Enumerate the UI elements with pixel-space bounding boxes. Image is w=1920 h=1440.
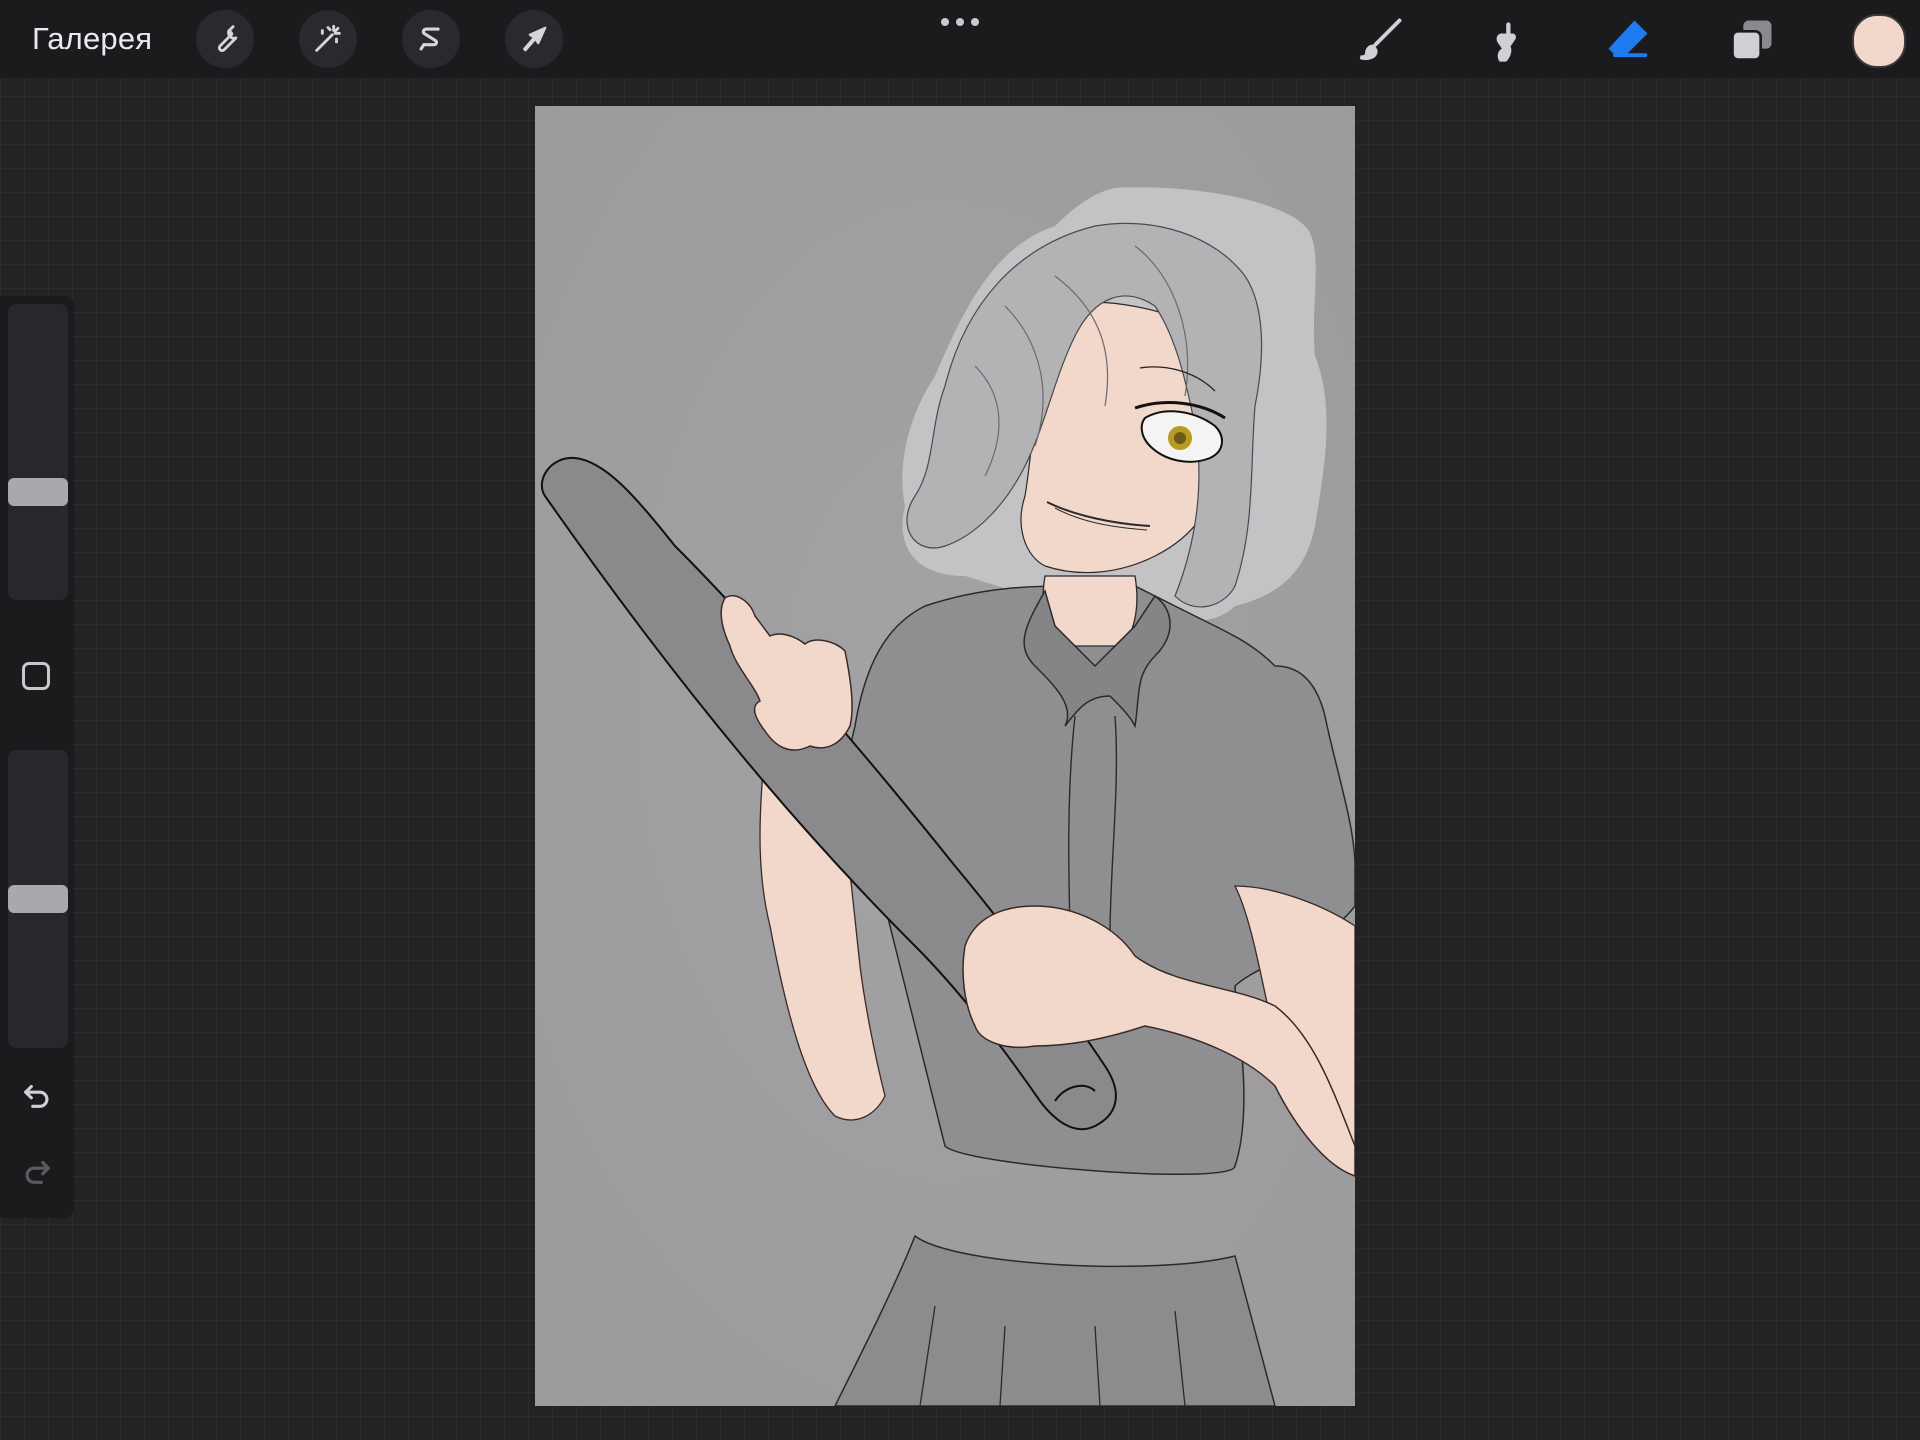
wrench-icon: [217, 25, 238, 52]
undo-icon: [24, 1084, 49, 1108]
color-picker-button[interactable]: [1852, 14, 1906, 68]
selection-s-icon: [419, 27, 440, 51]
magic-wand-icon: [315, 24, 341, 52]
redo-icon: [25, 1160, 50, 1184]
brush-tool-button[interactable]: [1350, 10, 1410, 70]
gallery-button[interactable]: Галерея: [32, 20, 152, 58]
actions-button[interactable]: [196, 10, 254, 68]
opacity-slider[interactable]: [8, 750, 68, 1048]
layers-button[interactable]: [1722, 10, 1782, 70]
drawing-canvas[interactable]: [535, 106, 1355, 1406]
artwork: [535, 106, 1355, 1406]
modifier-button[interactable]: [22, 662, 50, 690]
undo-button[interactable]: [18, 1076, 56, 1114]
adjustments-button[interactable]: [299, 10, 357, 68]
smudge-icon: [1496, 22, 1516, 62]
selection-button[interactable]: [402, 10, 460, 68]
eraser-tool-button[interactable]: [1598, 10, 1658, 70]
opacity-thumb[interactable]: [8, 885, 68, 913]
more-options-button[interactable]: [938, 14, 982, 30]
smudge-tool-button[interactable]: [1474, 10, 1534, 70]
eraser-icon: [1608, 20, 1648, 58]
transform-button[interactable]: [505, 10, 563, 68]
brush-size-slider[interactable]: [8, 304, 68, 600]
layers-icon: [1731, 20, 1772, 61]
left-sidebar: [0, 296, 74, 1218]
brush-icon: [1359, 18, 1402, 61]
top-toolbar: Галерея: [0, 0, 1920, 78]
ellipsis-icon: [941, 18, 949, 26]
brush-size-thumb[interactable]: [8, 478, 68, 506]
redo-button[interactable]: [18, 1152, 56, 1190]
arrow-cursor-icon: [523, 26, 547, 52]
